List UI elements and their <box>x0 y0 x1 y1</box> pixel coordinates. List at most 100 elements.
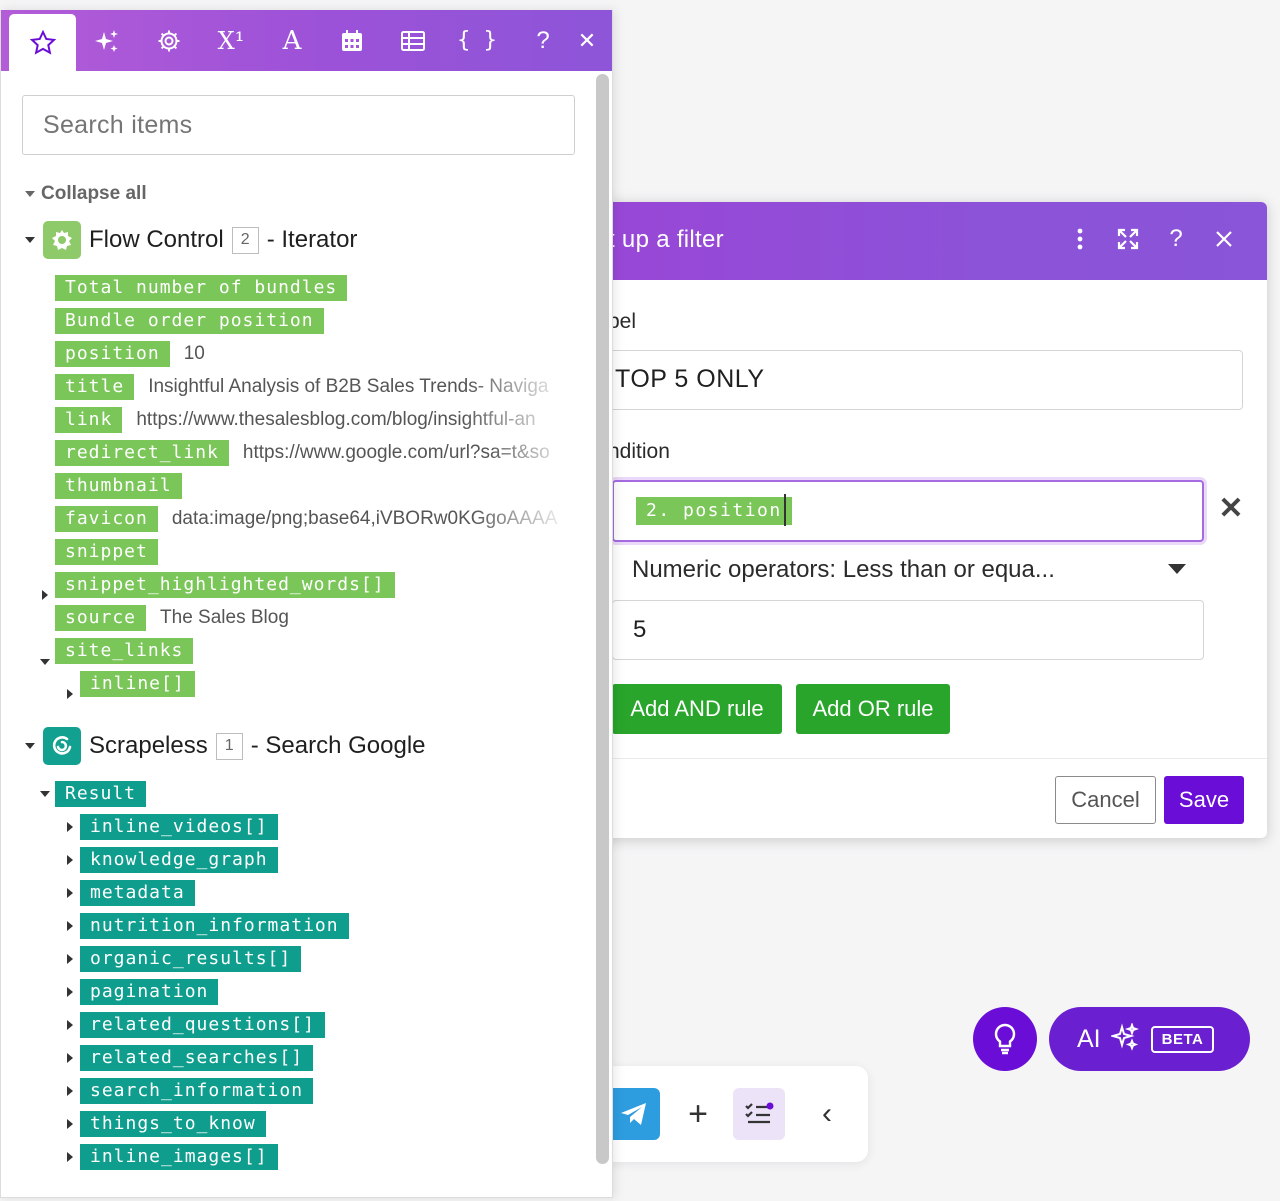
variable-pill[interactable]: nutrition_information <box>80 913 349 939</box>
list-item[interactable]: related_searches[] <box>80 1045 314 1071</box>
caret-right-icon[interactable] <box>67 888 73 898</box>
list-item[interactable]: favicon data:image/png;base64,iVBORw0KGg… <box>55 506 571 532</box>
variable-pill[interactable]: source <box>55 605 147 631</box>
collapse-all-toggle[interactable]: Collapse all <box>25 183 147 205</box>
list-item[interactable]: inline_videos[] <box>80 814 278 840</box>
variable-pill[interactable]: site_links <box>55 638 194 664</box>
variable-pill[interactable]: Total number of bundles <box>55 275 348 301</box>
list-item[interactable]: things_to_know <box>80 1111 266 1137</box>
cancel-button[interactable]: Cancel <box>1055 776 1156 824</box>
remove-condition-icon[interactable]: ✕ <box>1218 494 1244 524</box>
label-input[interactable]: TOP 5 ONLY <box>600 350 1243 410</box>
add-and-rule-button[interactable]: Add AND rule <box>612 684 782 734</box>
list-item[interactable]: site_links <box>55 638 194 664</box>
list-item[interactable]: source The Sales Blog <box>55 605 289 631</box>
condition-value-input[interactable]: 5 <box>612 600 1204 660</box>
telegram-module-icon[interactable] <box>608 1088 660 1140</box>
list-item[interactable]: nutrition_information <box>80 913 349 939</box>
list-item[interactable]: Result <box>55 781 147 807</box>
search-input[interactable] <box>22 95 575 155</box>
variable-pill[interactable]: organic_results[] <box>80 946 302 972</box>
variable-pill[interactable]: things_to_know <box>80 1111 266 1137</box>
caret-right-icon[interactable] <box>67 921 73 931</box>
save-button[interactable]: Save <box>1164 776 1244 824</box>
close-icon[interactable]: ✕ <box>557 10 612 71</box>
list-item[interactable]: metadata <box>80 880 195 906</box>
caret-right-icon[interactable] <box>67 822 73 832</box>
caret-right-icon[interactable] <box>67 954 73 964</box>
condition-variable-pill[interactable]: 2. position <box>636 497 792 525</box>
caret-right-icon[interactable] <box>67 1053 73 1063</box>
list-item[interactable]: inline_images[] <box>80 1144 278 1170</box>
list-item[interactable]: snippet_highlighted_words[] <box>55 572 395 598</box>
tab-array-functions[interactable] <box>383 10 443 71</box>
close-icon[interactable] <box>1209 222 1239 256</box>
caret-right-icon[interactable] <box>67 1119 73 1129</box>
list-item[interactable]: search_information <box>80 1078 314 1104</box>
list-item[interactable]: position 10 <box>55 341 205 367</box>
caret-right-icon[interactable] <box>42 590 48 600</box>
caret-right-icon[interactable] <box>67 855 73 865</box>
variable-pill[interactable]: title <box>55 374 135 400</box>
tab-favorites[interactable] <box>9 14 76 71</box>
module-scrapeless[interactable]: Scrapeless 1 - Search Google <box>25 727 426 765</box>
variable-pill[interactable]: Bundle order position <box>55 308 324 334</box>
list-item[interactable]: redirect_link https://www.google.com/url… <box>55 440 571 466</box>
variable-pill[interactable]: search_information <box>80 1078 314 1104</box>
lightbulb-icon[interactable] <box>973 1007 1037 1071</box>
list-item[interactable]: pagination <box>80 979 219 1005</box>
variable-pill[interactable]: link <box>55 407 123 433</box>
tab-ai-functions[interactable] <box>77 10 137 71</box>
chevron-down-icon[interactable] <box>1168 564 1186 574</box>
variable-pill[interactable]: related_questions[] <box>80 1012 325 1038</box>
more-vertical-icon[interactable] <box>1065 222 1095 256</box>
variable-pill[interactable]: inline[] <box>80 671 195 697</box>
list-item[interactable]: organic_results[] <box>80 946 302 972</box>
expand-icon[interactable] <box>1113 222 1143 256</box>
list-item[interactable]: related_questions[] <box>80 1012 325 1038</box>
list-item[interactable]: Total number of bundles <box>55 275 348 301</box>
variable-pill[interactable]: pagination <box>80 979 219 1005</box>
list-item[interactable]: link https://www.thesalesblog.com/blog/i… <box>55 407 571 433</box>
variable-pill[interactable]: favicon <box>55 506 158 532</box>
ai-assistant-button[interactable]: AI BETA <box>1049 1007 1250 1071</box>
tab-text-functions[interactable]: A <box>262 10 322 71</box>
caret-right-icon[interactable] <box>67 689 73 699</box>
list-item[interactable]: title Insightful Analysis of B2B Sales T… <box>55 374 571 400</box>
list-item[interactable]: knowledge_graph <box>80 847 278 873</box>
variable-pill[interactable]: thumbnail <box>55 473 182 499</box>
variable-pill[interactable]: snippet <box>55 539 158 565</box>
caret-right-icon[interactable] <box>67 1086 73 1096</box>
add-or-rule-button[interactable]: Add OR rule <box>796 684 950 734</box>
variable-pill[interactable]: inline_images[] <box>80 1144 278 1170</box>
variable-pill[interactable]: metadata <box>80 880 195 906</box>
variable-pill[interactable]: snippet_highlighted_words[] <box>55 572 395 598</box>
tab-json-functions[interactable]: { } <box>447 10 507 71</box>
list-item[interactable]: inline[] <box>80 671 195 697</box>
caret-down-icon[interactable] <box>40 659 50 665</box>
add-module-icon[interactable]: + <box>680 1092 716 1136</box>
tab-general-functions[interactable] <box>139 10 199 71</box>
variable-pill[interactable]: knowledge_graph <box>80 847 278 873</box>
list-item[interactable]: thumbnail <box>55 473 182 499</box>
help-icon[interactable]: ? <box>1161 222 1191 256</box>
scrollbar[interactable] <box>596 74 609 1164</box>
checklist-icon[interactable] <box>733 1088 785 1140</box>
variable-pill[interactable]: inline_videos[] <box>80 814 278 840</box>
operator-select[interactable]: Numeric operators: Less than or equa... <box>632 552 1192 588</box>
variable-pill[interactable]: Result <box>55 781 147 807</box>
caret-right-icon[interactable] <box>67 1152 73 1162</box>
chevron-left-icon[interactable]: ‹ <box>812 1092 842 1136</box>
condition-input[interactable]: 2. position <box>612 480 1204 542</box>
tab-date-functions[interactable] <box>322 10 382 71</box>
variable-pill[interactable]: position <box>55 341 170 367</box>
variable-pill[interactable]: redirect_link <box>55 440 229 466</box>
module-flow-control[interactable]: Flow Control 2 - Iterator <box>25 221 357 259</box>
caret-down-icon[interactable] <box>40 791 50 797</box>
list-item[interactable]: Bundle order position <box>55 308 324 334</box>
caret-right-icon[interactable] <box>67 1020 73 1030</box>
variable-pill[interactable]: related_searches[] <box>80 1045 314 1071</box>
tab-math-functions[interactable]: X¹ <box>201 10 261 71</box>
caret-right-icon[interactable] <box>67 987 73 997</box>
list-item[interactable]: snippet <box>55 539 158 565</box>
